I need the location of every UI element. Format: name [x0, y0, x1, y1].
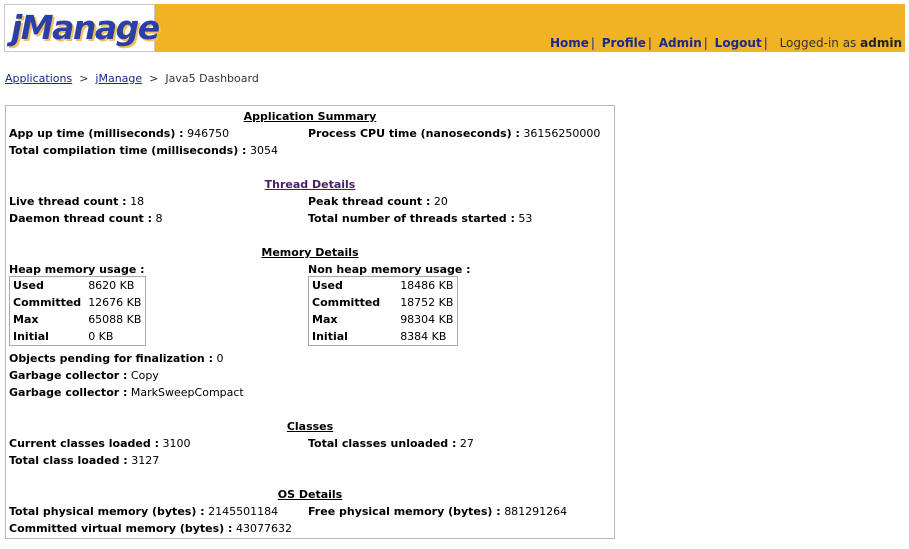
- nav-separator: |: [763, 36, 768, 50]
- process-cpu-time: Process CPU time (nanoseconds) : 3615625…: [308, 127, 601, 140]
- table-row: Initial 0 KB: [13, 330, 114, 343]
- app-uptime: App up time (milliseconds) : 946750: [9, 127, 230, 140]
- dashboard-panel: Application Summary App up time (millise…: [5, 105, 615, 539]
- table-row: Committed 12676 KB: [13, 296, 142, 309]
- username: admin: [860, 36, 902, 50]
- profile-link[interactable]: Profile: [602, 36, 646, 50]
- classes-title: Classes: [286, 420, 334, 433]
- total-threads-started: Total number of threads started : 53: [308, 212, 533, 225]
- breadcrumb: Applications > jManage > Java5 Dashboard: [5, 72, 259, 85]
- top-nav: Home | Profile | Admin | Logout | Logged-in …: [550, 36, 902, 50]
- garbage-collector-marksweep: Garbage collector : MarkSweepCompact: [9, 386, 244, 399]
- header-bar: jManage Home | Profile | Admin | Logout | Lo…: [4, 4, 905, 52]
- breadcrumb-current: Java5 Dashboard: [165, 72, 259, 85]
- objects-pending-finalization: Objects pending for finalization : 0: [9, 352, 224, 365]
- free-physical-memory: Free physical memory (bytes) : 881291264: [308, 505, 568, 518]
- breadcrumb-jmanage[interactable]: jManage: [95, 72, 142, 85]
- nav-separator: |: [590, 36, 595, 50]
- home-link[interactable]: Home: [550, 36, 589, 50]
- admin-link[interactable]: Admin: [659, 36, 702, 50]
- total-physical-memory: Total physical memory (bytes) : 21455011…: [9, 505, 279, 518]
- logo-text: jManage: [11, 8, 160, 47]
- table-row: Initial 8384 KB: [312, 330, 447, 343]
- peak-thread-count: Peak thread count : 20: [308, 195, 448, 208]
- garbage-collector-copy: Garbage collector : Copy: [9, 369, 159, 382]
- os-details-title: OS Details: [277, 488, 343, 501]
- nonheap-memory-table: Used 18486 KB Committed 18752 KB Max 98304 …: [308, 276, 459, 346]
- thread-details-link[interactable]: Thread Details: [6, 178, 614, 191]
- application-summary-title: Application Summary: [243, 110, 377, 123]
- total-classes-unloaded: Total classes unloaded : 27: [308, 437, 474, 450]
- breadcrumb-arrow: >: [149, 72, 159, 85]
- logout-link[interactable]: Logout: [715, 36, 762, 50]
- nonheap-memory-label: Non heap memory usage :: [308, 263, 471, 276]
- table-row: Used 8620 KB: [13, 279, 135, 292]
- table-row: Used 18486 KB: [312, 279, 454, 292]
- breadcrumb-arrow: >: [79, 72, 89, 85]
- table-row: Max 65088 KB: [13, 313, 142, 326]
- daemon-thread-count: Daemon thread count : 8: [9, 212, 163, 225]
- nav-separator: |: [703, 36, 708, 50]
- breadcrumb-applications[interactable]: Applications: [5, 72, 72, 85]
- logged-in-label: Logged-in as admin: [779, 36, 902, 50]
- current-classes-loaded: Current classes loaded : 3100: [9, 437, 191, 450]
- table-row: Max 98304 KB: [312, 313, 454, 326]
- total-compilation-time: Total compilation time (milliseconds) : …: [9, 144, 278, 157]
- total-class-loaded: Total class loaded : 3127: [9, 454, 160, 467]
- logo: jManage: [4, 4, 160, 52]
- table-row: Committed 18752 KB: [312, 296, 454, 309]
- heap-memory-label: Heap memory usage :: [9, 263, 145, 276]
- committed-virtual-memory: Committed virtual memory (bytes) : 43077…: [9, 522, 292, 535]
- heap-memory-table: Used 8620 KB Committed 12676 KB Max 65088 K…: [9, 276, 147, 346]
- nav-separator: |: [647, 36, 652, 50]
- memory-details-title: Memory Details: [261, 246, 359, 259]
- live-thread-count: Live thread count : 18: [9, 195, 145, 208]
